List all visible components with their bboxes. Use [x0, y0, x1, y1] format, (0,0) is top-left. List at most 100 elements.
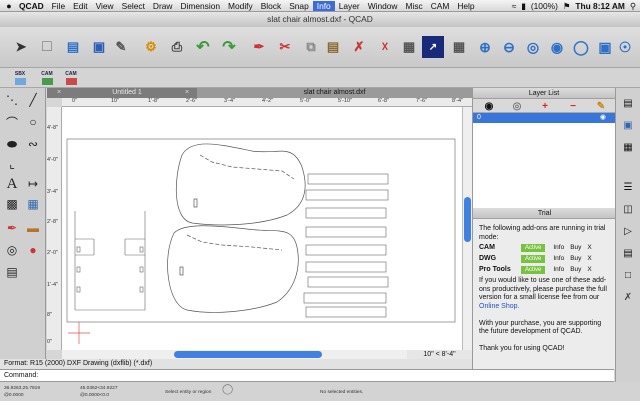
menu-modify[interactable]: Modify — [224, 1, 257, 11]
line-chart-icon[interactable]: ↗ — [422, 36, 444, 58]
cam-config-button[interactable]: CAM — [61, 69, 81, 87]
save-file-icon[interactable]: ▣ — [88, 36, 110, 58]
addon-buy-button[interactable]: Buy — [570, 244, 581, 253]
measure-tool-icon[interactable]: ▬ — [23, 218, 43, 238]
menu-cam[interactable]: CAM — [427, 1, 454, 11]
new-file-icon[interactable]: □ — [36, 36, 58, 58]
line-tool-icon[interactable]: ╱ — [23, 90, 43, 110]
save-as-icon[interactable]: ✎ — [110, 36, 132, 58]
tab-close-left-icon[interactable]: × — [49, 88, 69, 98]
apple-icon[interactable]: ● — [3, 1, 15, 11]
draft-mode-icon[interactable]: ▦ — [448, 36, 470, 58]
polyline-tool-icon[interactable]: ⌞ — [2, 154, 22, 174]
arc-tool-icon[interactable]: ⌒ — [2, 112, 22, 132]
select-pointer-icon[interactable]: ➤ — [10, 36, 32, 58]
menu-info[interactable]: Info — [312, 0, 335, 11]
cut-icon[interactable]: ✂ — [274, 36, 296, 58]
hide-all-layers-icon[interactable]: ◎ — [503, 99, 531, 113]
remove-layer-icon[interactable]: − — [559, 99, 587, 113]
print-icon[interactable]: ⎙ — [166, 36, 188, 58]
selection-icon[interactable]: □ — [621, 268, 635, 282]
battery-icon[interactable]: ▮ — [521, 1, 526, 11]
menu-select[interactable]: Select — [118, 1, 149, 11]
history-icon[interactable]: ▤ — [621, 246, 635, 260]
menu-clock[interactable]: Thu 8:12 AM — [575, 1, 624, 11]
zoom-auto-icon[interactable]: ◎ — [522, 36, 544, 58]
menu-dimension[interactable]: Dimension — [176, 1, 224, 11]
hatch-tool-icon[interactable]: ▩ — [2, 194, 22, 214]
show-all-layers-icon[interactable]: ◉ — [475, 99, 503, 113]
drawing-canvas[interactable] — [62, 107, 462, 350]
layer-visible-icon[interactable]: ◉ — [600, 113, 606, 123]
block-tool-icon[interactable] — [2, 268, 22, 288]
paste-icon[interactable]: ▤ — [322, 36, 344, 58]
menu-edit[interactable]: Edit — [69, 1, 91, 11]
zoom-selection-icon[interactable]: ◯ — [570, 36, 592, 58]
grid-toggle-icon[interactable]: ▦ — [398, 36, 420, 58]
spotlight-icon[interactable]: ⚲ — [630, 1, 636, 11]
addon-info-button[interactable]: Info — [553, 244, 564, 253]
copy-icon[interactable]: ⧉ — [300, 36, 322, 58]
zoom-in-icon[interactable]: ⊕ — [474, 36, 496, 58]
spline-tool-icon[interactable]: ∾ — [23, 134, 43, 154]
open-file-icon[interactable]: ▤ — [62, 36, 84, 58]
horizontal-scroll-thumb[interactable] — [174, 351, 322, 358]
property-editor-icon[interactable]: ▤ — [621, 96, 635, 110]
add-layer-icon[interactable]: + — [531, 99, 559, 113]
menu-file[interactable]: File — [48, 1, 70, 11]
addon-close-button[interactable]: X — [587, 266, 591, 275]
modify-tool-icon[interactable]: ✒ — [2, 218, 22, 238]
point-tool-icon[interactable]: ⋱ — [2, 90, 22, 110]
horizontal-scrollbar[interactable] — [62, 350, 407, 359]
vertical-scroll-thumb[interactable] — [464, 197, 471, 242]
menu-view[interactable]: View — [92, 1, 118, 11]
redo-icon[interactable]: ↷ — [218, 36, 240, 58]
battery-percent[interactable]: (100%) — [531, 1, 558, 11]
addon-info-button[interactable]: Info — [553, 255, 564, 264]
pan-zoom-icon[interactable]: ☉ — [614, 36, 636, 58]
tab-close-icon[interactable]: × — [177, 88, 197, 98]
text-tool-icon[interactable]: A — [2, 174, 22, 194]
cam-export-button[interactable]: CAM — [37, 69, 57, 87]
cut-list-icon[interactable]: ✗ — [621, 290, 635, 304]
command-line[interactable]: Command: — [0, 369, 614, 382]
circle-tool-icon[interactable]: ○ — [23, 112, 43, 132]
snap-tool-icon[interactable]: ◎ — [2, 240, 22, 260]
menu-help[interactable]: Help — [453, 1, 478, 11]
block-list-icon[interactable]: ▣ — [621, 118, 635, 132]
menu-draw[interactable]: Draw — [149, 1, 177, 11]
zoom-window-icon[interactable]: ▣ — [594, 36, 616, 58]
menu-snap[interactable]: Snap — [285, 1, 313, 11]
view-list-icon[interactable]: ◫ — [621, 202, 635, 216]
menu-layer[interactable]: Layer — [335, 1, 364, 11]
layer-row[interactable]: 0 ◉ — [473, 113, 616, 123]
vertical-scrollbar[interactable] — [462, 107, 472, 350]
delete-icon[interactable]: ☓ — [374, 36, 396, 58]
settings-gear-icon[interactable]: ⚙ — [140, 36, 162, 58]
edit-layer-icon[interactable]: ✎ — [587, 99, 615, 113]
wifi-icon[interactable]: ≈ — [512, 1, 517, 11]
addon-info-button[interactable]: Info — [553, 266, 564, 275]
menu-window[interactable]: Window — [364, 1, 402, 11]
menu-app[interactable]: QCAD — [15, 1, 48, 11]
clear-selection-icon[interactable]: ✗ — [348, 36, 370, 58]
tab-untitled[interactable]: Untitled 1 — [87, 88, 167, 98]
pen-draw-icon[interactable]: ✒ — [248, 36, 270, 58]
layer-list-icon[interactable]: ☰ — [621, 180, 635, 194]
sbx-button[interactable]: SBX — [10, 69, 30, 87]
library-browser-icon[interactable]: ▦ — [621, 140, 635, 154]
info-tool-icon[interactable]: ● — [23, 240, 43, 260]
zoom-out-icon[interactable]: ⊖ — [498, 36, 520, 58]
addon-buy-button[interactable]: Buy — [570, 266, 581, 275]
ellipse-tool-icon[interactable]: ⬬ — [2, 134, 22, 154]
flag-icon[interactable]: ⚑ — [563, 1, 571, 11]
zoom-previous-icon[interactable]: ◉ — [546, 36, 568, 58]
tab-slat-chair[interactable]: slat chair almost.dxf — [197, 88, 472, 98]
online-shop-link[interactable]: Online Shop. — [479, 303, 519, 310]
addon-close-button[interactable]: X — [587, 255, 591, 264]
command-line-icon[interactable]: ▷ — [621, 224, 635, 238]
addon-close-button[interactable]: X — [587, 244, 591, 253]
undo-icon[interactable]: ↶ — [192, 36, 214, 58]
addon-buy-button[interactable]: Buy — [570, 255, 581, 264]
menu-block[interactable]: Block — [257, 1, 285, 11]
